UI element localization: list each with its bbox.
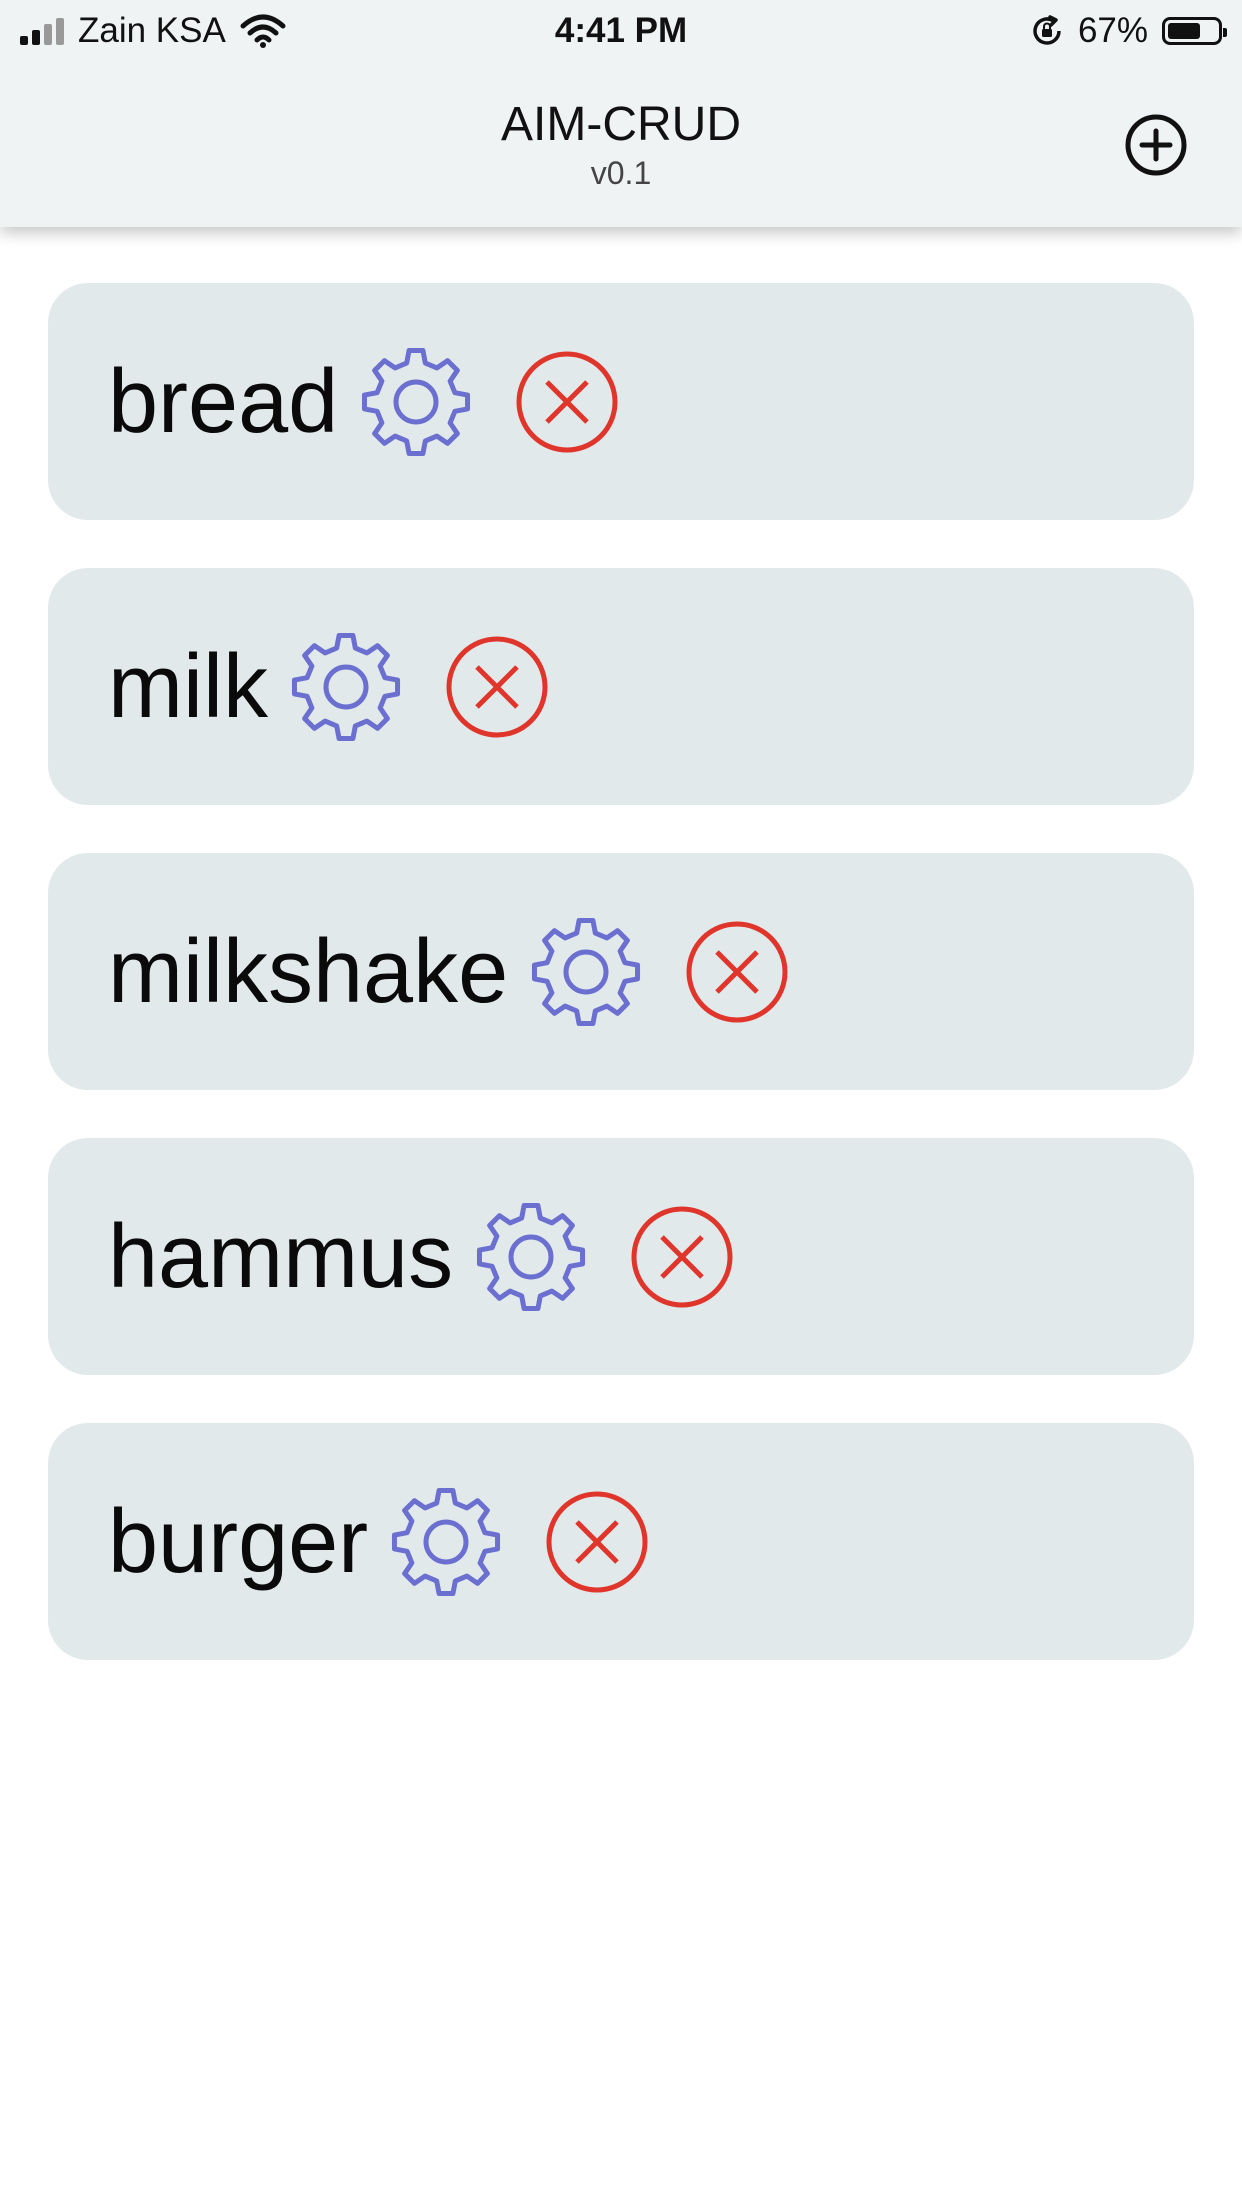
item-name: hammus [108,1206,454,1307]
item-name: milkshake [108,921,509,1022]
list-item: burger [48,1423,1194,1660]
battery-icon [1162,17,1227,45]
gear-icon[interactable] [286,627,406,747]
delete-icon[interactable] [684,919,790,1025]
item-name: milk [108,636,268,737]
delete-icon[interactable] [629,1204,735,1310]
gear-icon[interactable] [356,342,476,462]
battery-percent: 67% [1077,11,1148,50]
delete-icon[interactable] [514,349,620,455]
list-item: bread [48,283,1194,520]
list-item: milkshake [48,853,1194,1090]
app-header: Zain KSA 4:41 PM 67% AIM-CRUD v0.1 [0,0,1242,227]
rotation-lock-icon [1033,15,1061,45]
plus-circle-icon[interactable] [1124,113,1188,177]
delete-icon[interactable] [444,634,550,740]
item-name: burger [108,1491,369,1592]
page-title: AIM-CRUD [501,98,741,151]
gear-icon[interactable] [526,912,646,1032]
status-right: 67% [1030,8,1227,54]
battery-fill [1168,23,1200,39]
status-bar: Zain KSA 4:41 PM 67% [0,0,1242,62]
app-version: v0.1 [590,155,652,191]
delete-icon[interactable] [544,1489,650,1595]
list-item: milk [48,568,1194,805]
gear-icon[interactable] [386,1482,506,1602]
item-list: bread milk milkshake hammus burger [48,283,1194,1708]
item-name: bread [108,351,339,452]
gear-icon[interactable] [471,1197,591,1317]
list-item: hammus [48,1138,1194,1375]
